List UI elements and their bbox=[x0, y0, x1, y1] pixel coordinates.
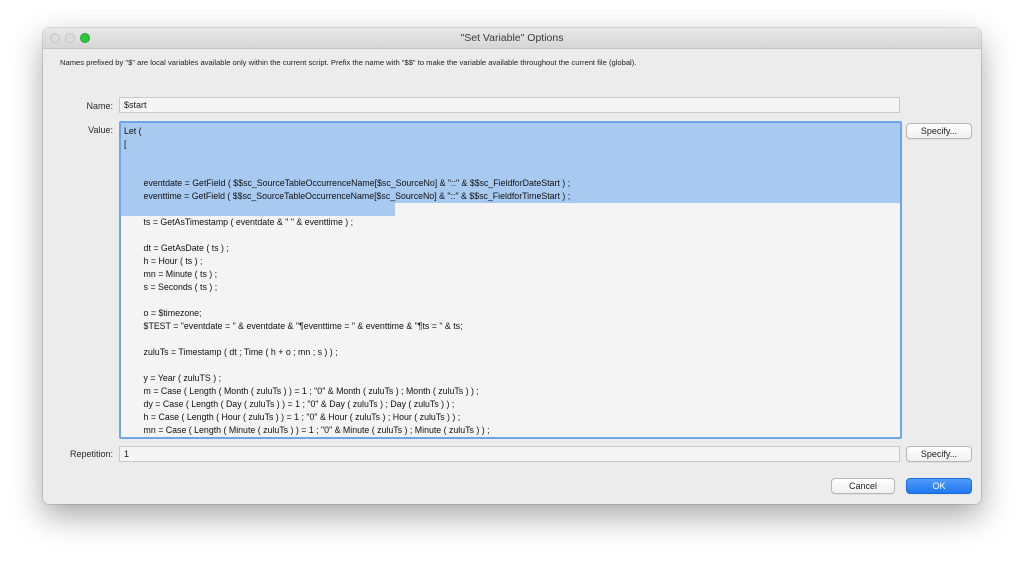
cancel-button[interactable]: Cancel bbox=[831, 478, 895, 494]
value-specify-button[interactable]: Specify... bbox=[906, 123, 972, 139]
repetition-label: Repetition: bbox=[69, 449, 113, 459]
ok-button[interactable]: OK bbox=[906, 478, 972, 494]
repetition-field[interactable]: 1 bbox=[119, 446, 900, 462]
calculation-text: Let ( [ eventdate = GetField ( $$sc_Sour… bbox=[124, 126, 571, 435]
description-text: Names prefixed by "$" are local variable… bbox=[60, 58, 637, 67]
value-calculation-field[interactable]: Let ( [ eventdate = GetField ( $$sc_Sour… bbox=[119, 121, 902, 439]
title-bar[interactable]: "Set Variable" Options bbox=[43, 28, 981, 49]
repetition-specify-button[interactable]: Specify... bbox=[906, 446, 972, 462]
name-label: Name: bbox=[86, 101, 113, 111]
window-title: "Set Variable" Options bbox=[460, 32, 564, 44]
value-label: Value: bbox=[88, 125, 113, 135]
set-variable-dialog: "Set Variable" Options Names prefixed by… bbox=[43, 28, 981, 504]
name-field[interactable]: $start bbox=[119, 97, 900, 113]
